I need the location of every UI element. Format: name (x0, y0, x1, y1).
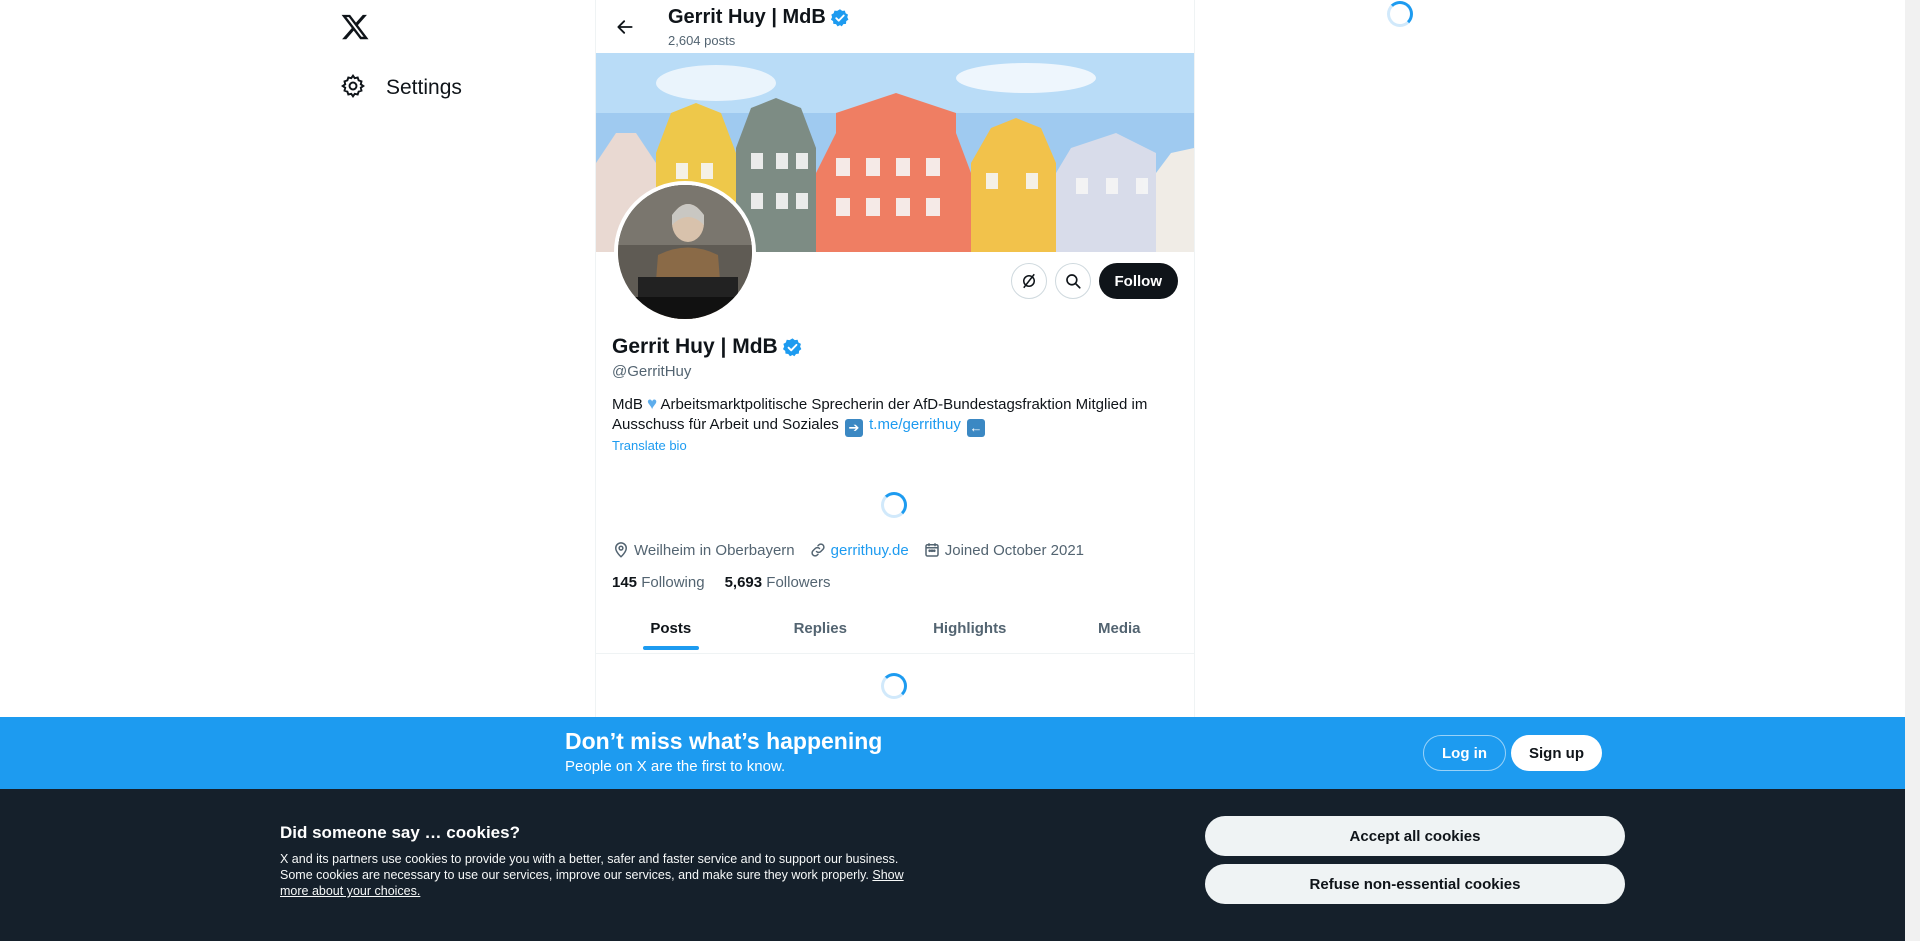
profile-header-bar: Gerrit Huy | MdB 2,604 posts (596, 0, 1194, 53)
tab-highlights[interactable]: Highlights (895, 604, 1045, 653)
login-banner-title: Don’t miss what’s happening (565, 728, 883, 754)
login-banner-subtitle: People on X are the first to know. (565, 758, 786, 775)
calendar-icon (925, 543, 939, 557)
followers-count: 5,693 (724, 574, 763, 591)
location-text: Weilheim in Oberbayern (634, 541, 795, 559)
tab-replies[interactable]: Replies (746, 604, 896, 653)
nav-settings[interactable]: Settings (340, 70, 462, 106)
back-button[interactable] (608, 10, 642, 44)
profile-bio: MdB ♥ Arbeitsmarktpolitische Sprecherin … (612, 394, 1180, 437)
search-profile-button[interactable] (1054, 263, 1091, 299)
followers-link[interactable]: 5,693 Followers (725, 574, 831, 591)
scrollbar[interactable] (1905, 0, 1920, 941)
tab-posts[interactable]: Posts (596, 604, 746, 653)
cookie-banner: Did someone say … cookies? X and its par… (0, 789, 1905, 941)
arrow-right-emoji-icon: ➔ (844, 419, 863, 437)
loading-spinner-icon (881, 673, 907, 699)
follow-stats: 145 Following 5,693 Followers (612, 574, 830, 591)
profile-location: Weilheim in Oberbayern (612, 541, 795, 559)
login-banner: Don’t miss what’s happening People on X … (0, 717, 1905, 789)
cookie-text: X and its partners use cookies to provid… (280, 851, 920, 899)
nav-settings-label: Settings (386, 76, 462, 99)
followers-label: Followers (766, 574, 831, 591)
bio-telegram-link[interactable]: t.me/gerrithuy (869, 416, 961, 433)
cookie-body: X and its partners use cookies to provid… (280, 852, 899, 882)
joined-text: Joined October 2021 (944, 541, 1085, 559)
accept-cookies-button[interactable]: Accept all cookies (1205, 816, 1625, 856)
follow-button[interactable]: Follow (1098, 263, 1178, 299)
header-post-count: 2,604 posts (668, 33, 736, 48)
arrow-left-emoji-icon: ← (967, 419, 986, 437)
verified-badge-icon (830, 8, 849, 26)
verified-badge-icon[interactable] (782, 337, 803, 358)
header-name-text: Gerrit Huy | MdB (668, 6, 826, 28)
grok-button[interactable] (1010, 263, 1047, 299)
blue-heart-icon: ♥ (647, 394, 658, 413)
login-button[interactable]: Log in (1423, 735, 1506, 771)
profile-avatar[interactable] (614, 181, 756, 323)
following-label: Following (641, 574, 705, 591)
profile-handle: @GerritHuy (612, 363, 692, 380)
cookie-title: Did someone say … cookies? (280, 823, 520, 842)
tab-media[interactable]: Media (1045, 604, 1195, 653)
following-link[interactable]: 145 Following (612, 574, 705, 591)
gear-icon (340, 73, 366, 104)
refuse-cookies-button[interactable]: Refuse non-essential cookies (1205, 864, 1625, 904)
arrow-left-icon (617, 20, 633, 34)
profile-name: Gerrit Huy | MdB (612, 335, 803, 359)
profile-joined: Joined October 2021 (923, 541, 1084, 559)
website-link[interactable]: gerrithuy.de (831, 542, 909, 559)
bio-text-start: MdB (612, 396, 643, 413)
profile-actions: Follow (1010, 263, 1178, 299)
search-icon (1065, 274, 1081, 289)
x-logo-icon[interactable] (340, 12, 370, 42)
link-icon (811, 543, 825, 557)
loading-spinner-icon (1387, 1, 1413, 27)
profile-tabs: Posts Replies Highlights Media (596, 604, 1194, 654)
location-pin-icon (614, 542, 628, 558)
profile-meta: Weilheim in Oberbayern gerrithuy.de Join… (612, 541, 1084, 559)
grok-icon (1022, 273, 1035, 289)
profile-name-text: Gerrit Huy | MdB (612, 335, 778, 358)
signup-button[interactable]: Sign up (1511, 735, 1602, 771)
profile-website: gerrithuy.de (809, 541, 909, 559)
following-count: 145 (612, 574, 638, 591)
translate-bio-link[interactable]: Translate bio (612, 438, 687, 453)
header-name: Gerrit Huy | MdB (668, 6, 850, 29)
loading-spinner-icon (881, 492, 907, 518)
